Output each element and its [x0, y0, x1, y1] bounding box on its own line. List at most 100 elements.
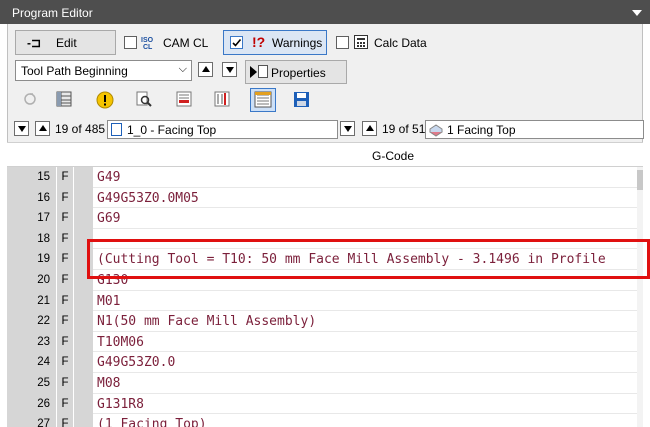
- nav-left-up-button[interactable]: [35, 121, 50, 136]
- document-icon: [111, 123, 122, 136]
- vertical-scrollbar[interactable]: [637, 167, 643, 427]
- line-number: 26: [7, 393, 57, 415]
- line-number: 27: [7, 414, 57, 427]
- highlight-box: [87, 239, 650, 279]
- gcode-text: G49G53Z0.0M05: [97, 190, 199, 206]
- prev-toolpath-button[interactable]: [198, 62, 213, 77]
- line-number: 21: [7, 290, 57, 312]
- table-row[interactable]: 24 F G49G53Z0.0: [7, 352, 637, 373]
- calculator-icon: [354, 35, 368, 49]
- nav-left-item: 1_0 - Facing Top: [127, 123, 217, 137]
- table-row[interactable]: 15 F G49: [7, 167, 637, 188]
- table-row[interactable]: 23 F T10M06: [7, 331, 637, 353]
- line-gutter: [74, 393, 93, 415]
- line-number: 23: [7, 331, 57, 353]
- gcode-text: N1(50 mm Face Mill Assembly): [97, 314, 317, 330]
- line-number: 25: [7, 373, 57, 394]
- line-flag: F: [57, 208, 74, 229]
- warnings-checkbox[interactable]: [230, 36, 243, 49]
- scrollbar-thumb[interactable]: [637, 170, 643, 190]
- grid-view-icon[interactable]: [56, 91, 74, 109]
- gcode-text: G69: [97, 211, 121, 227]
- table-row[interactable]: 17 F G69: [7, 208, 637, 229]
- table-row[interactable]: 21 F M01: [7, 290, 637, 312]
- nav-left-down-button[interactable]: [14, 121, 29, 136]
- warning-icon[interactable]: [96, 91, 114, 109]
- line-flag: F: [57, 270, 74, 291]
- table-row[interactable]: 16 F G49G53Z0.0M05: [7, 187, 637, 209]
- calcdata-checkbox[interactable]: [336, 36, 349, 49]
- line-flag: F: [57, 393, 74, 415]
- properties-button[interactable]: Properties: [245, 60, 347, 84]
- window-title: Program Editor: [12, 6, 93, 20]
- line-gutter: [74, 414, 93, 427]
- line-gutter: [74, 290, 93, 312]
- line-flag: F: [57, 331, 74, 353]
- line-number: 16: [7, 187, 57, 209]
- line-number: 19: [7, 249, 57, 270]
- gcode-text: M01: [97, 293, 121, 309]
- nav-left-field[interactable]: 1_0 - Facing Top: [107, 120, 338, 139]
- split-icon[interactable]: [214, 91, 232, 109]
- line-gutter: [74, 311, 93, 332]
- nav-right-count: 19 of 51: [382, 122, 426, 136]
- line-number: 24: [7, 352, 57, 373]
- edit-pin-icon: -⊐: [27, 36, 42, 50]
- edit-label: Edit: [56, 36, 77, 50]
- line-number: 15: [7, 167, 57, 188]
- nav-right-down-button[interactable]: [340, 121, 355, 136]
- line-number: 17: [7, 208, 57, 229]
- table-row[interactable]: 22 F N1(50 mm Face Mill Assembly): [7, 311, 637, 332]
- line-flag: F: [57, 228, 74, 250]
- table-row[interactable]: 26 F G131R8: [7, 393, 637, 415]
- gcode-text: G131R8: [97, 396, 144, 412]
- gcode-text: G49: [97, 170, 121, 185]
- find-icon[interactable]: [136, 91, 154, 109]
- refresh-icon[interactable]: [22, 91, 40, 109]
- edit-button[interactable]: -⊐ Edit: [15, 30, 116, 55]
- nav-right-item: 1 Facing Top: [447, 123, 516, 137]
- line-flag: F: [57, 311, 74, 332]
- svg-text:ISO: ISO: [141, 37, 154, 44]
- line-gutter: [74, 167, 93, 188]
- facing-operation-icon: [429, 123, 443, 140]
- gcode-text: M08: [97, 376, 121, 391]
- line-flag: F: [57, 414, 74, 427]
- gcode-column-header[interactable]: G-Code: [7, 143, 643, 167]
- nav-right-up-button[interactable]: [362, 121, 377, 136]
- svg-text:CL: CL: [143, 44, 153, 50]
- line-flag: F: [57, 373, 74, 394]
- line-flag: F: [57, 167, 74, 188]
- panel-menu-icon[interactable]: [632, 10, 642, 16]
- line-number: 18: [7, 228, 57, 250]
- properties-list-icon: [258, 65, 268, 78]
- camcl-checkbox[interactable]: [124, 36, 137, 49]
- line-gutter: [74, 373, 93, 394]
- properties-play-icon: [250, 66, 257, 78]
- toolpath-select[interactable]: Tool Path Beginning ⌵: [15, 60, 192, 81]
- line-gutter: [74, 331, 93, 353]
- warning-bang-icon: !?: [252, 34, 266, 50]
- nav-right-field[interactable]: 1 Facing Top: [425, 120, 644, 139]
- line-gutter: [74, 187, 93, 209]
- line-flag: F: [57, 249, 74, 270]
- list-view-icon[interactable]: [250, 88, 276, 112]
- line-flag: F: [57, 187, 74, 209]
- toolpath-select-value: Tool Path Beginning: [21, 64, 128, 78]
- line-number: 22: [7, 311, 57, 332]
- insert-break-icon[interactable]: [176, 91, 194, 109]
- camcl-icon: ISO CL: [141, 34, 158, 51]
- table-row[interactable]: 27 F (1 Facing Top): [7, 414, 637, 427]
- next-toolpath-button[interactable]: [222, 62, 237, 77]
- gcode-text: T10M06: [97, 334, 144, 350]
- gcode-text: G49G53Z0.0: [97, 355, 176, 371]
- warnings-button[interactable]: !? Warnings: [223, 30, 327, 55]
- line-flag: F: [57, 290, 74, 312]
- table-row[interactable]: 25 F M08: [7, 373, 637, 394]
- gcode-text: (1 Facing Top): [97, 417, 207, 427]
- save-icon[interactable]: [294, 92, 312, 110]
- line-gutter: [74, 208, 93, 229]
- properties-label: Properties: [271, 66, 326, 80]
- line-gutter: [74, 352, 93, 373]
- calcdata-label: Calc Data: [374, 36, 427, 50]
